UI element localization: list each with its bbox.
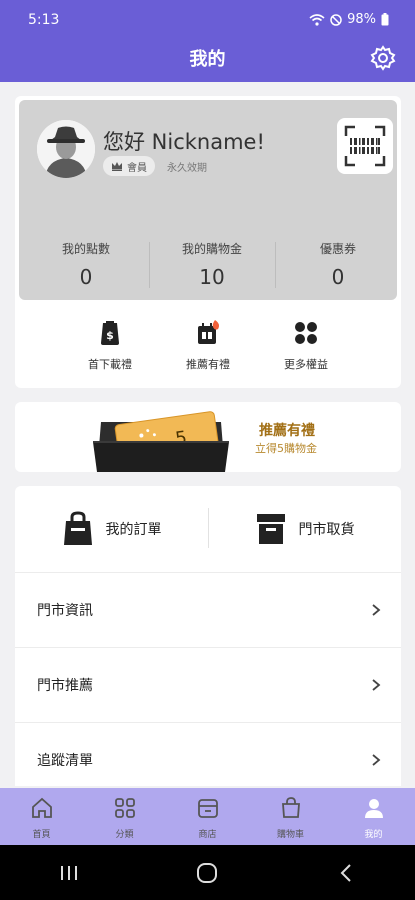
chevron-right-icon [372,754,381,766]
tab-label: 我的 [364,830,383,840]
orders-label: 我的訂單 [105,522,162,538]
tab-profile[interactable]: 我的 [332,788,415,845]
gift-calendar-icon [193,318,223,348]
stat-value: 0 [79,265,93,289]
home-icon [31,797,52,818]
quick-action-label: 首下載禮 [88,358,132,371]
back-icon [340,863,351,882]
app-header: 5:13 98% 我的 [0,0,415,82]
home-circle-icon [197,862,218,883]
avatar[interactable] [37,120,95,178]
store-icon [197,799,218,818]
categories-icon [114,798,135,818]
quick-action-referral-gift[interactable]: 推薦有禮 [159,318,257,372]
battery-percent: 98% [347,12,376,27]
banner-title: 推薦有禮 [259,423,315,439]
battery-icon [381,13,389,26]
stat-label: 我的購物金 [181,242,242,256]
tab-home[interactable]: 首頁 [0,788,83,845]
greeting-text: 您好 Nickname! [103,130,265,154]
my-orders-button[interactable]: 我的訂單 [15,486,208,572]
stat-value: 10 [199,265,225,289]
tab-label: 購物車 [276,830,304,840]
menu-item-label: 門市推薦 [37,678,93,694]
orders-label: 門市取貨 [298,522,355,538]
dollar-bag-icon: $ [95,318,125,348]
tab-label: 商店 [198,830,217,840]
validity-text: 永久效期 [167,163,207,174]
gear-icon [370,45,396,71]
bottom-tab-bar: 首頁 分類 商店 購物車 我的 [0,788,415,845]
recent-apps-icon [61,865,78,880]
stat-value: 0 [331,265,345,289]
quick-action-label: 推薦有禮 [186,358,230,371]
member-badge-label: 會員 [127,162,147,174]
menu-item-label: 門市資訊 [37,603,93,619]
barcode-scan-button[interactable] [337,118,393,174]
barcode-scan-icon [344,125,386,167]
back-button[interactable] [316,853,376,893]
crown-icon [112,162,122,171]
stat-coupons[interactable]: 優惠券 0 [275,238,401,294]
member-info-panel: 您好 Nickname! 會員 永久效期 我的點數 0 我的購物金 10 優惠券… [19,100,397,300]
store-box-icon [256,514,285,544]
shopping-bag-icon [63,511,92,545]
user-icon [364,799,383,818]
stats-row: 我的點數 0 我的購物金 10 優惠券 0 [23,238,401,294]
chevron-right-icon [372,604,381,616]
tab-store[interactable]: 商店 [166,788,249,845]
coupon-ticket-illustration: 5 [87,408,237,472]
menu-item-watchlist[interactable]: 追蹤清單 [15,722,401,797]
recent-apps-button[interactable] [39,853,99,893]
status-time: 5:13 [28,12,60,28]
tab-categories[interactable]: 分類 [83,788,166,845]
referral-banner[interactable]: 5 推薦有禮 立得5購物金 [15,402,401,472]
svg-text:$: $ [106,329,114,342]
tab-label: 首頁 [32,830,51,840]
stat-shopping-credit[interactable]: 我的購物金 10 [149,238,275,294]
do-not-disturb-icon [330,13,342,26]
menu-card: 我的訂單 門市取貨 門市資訊 門市推薦 追蹤清單 [15,486,401,786]
grid-icon [291,318,321,348]
home-nav-button[interactable] [177,853,237,893]
stat-points[interactable]: 我的點數 0 [23,238,149,294]
quick-actions: $ 首下載禮 推薦有禮 更多權益 [15,318,401,372]
profile-card: 您好 Nickname! 會員 永久效期 我的點數 0 我的購物金 10 優惠券… [15,96,401,388]
menu-item-store-info[interactable]: 門市資訊 [15,572,401,647]
member-badge: 會員 [103,156,155,176]
status-bar: 5:13 98% [0,0,415,40]
chevron-right-icon [372,679,381,691]
avatar-placeholder-icon [37,120,95,178]
stat-label: 優惠券 [319,242,356,256]
tab-label: 分類 [115,830,134,840]
wifi-icon [309,13,325,26]
banner-subtitle: 立得5購物金 [255,442,317,455]
orders-row: 我的訂單 門市取貨 [15,486,401,572]
tab-cart[interactable]: 購物車 [249,788,332,845]
quick-action-more-benefits[interactable]: 更多權益 [257,318,355,372]
store-pickup-button[interactable]: 門市取貨 [208,486,401,572]
status-icons: 98% [309,12,389,27]
page-title: 我的 [189,49,226,70]
stat-label: 我的點數 [61,242,110,256]
menu-item-label: 追蹤清單 [37,753,93,769]
system-navigation-bar [0,845,415,900]
settings-button[interactable] [369,44,397,72]
quick-action-download-gift[interactable]: $ 首下載禮 [61,318,159,372]
menu-item-store-recommend[interactable]: 門市推薦 [15,647,401,722]
cart-bag-icon [281,797,300,818]
quick-action-label: 更多權益 [284,358,328,371]
